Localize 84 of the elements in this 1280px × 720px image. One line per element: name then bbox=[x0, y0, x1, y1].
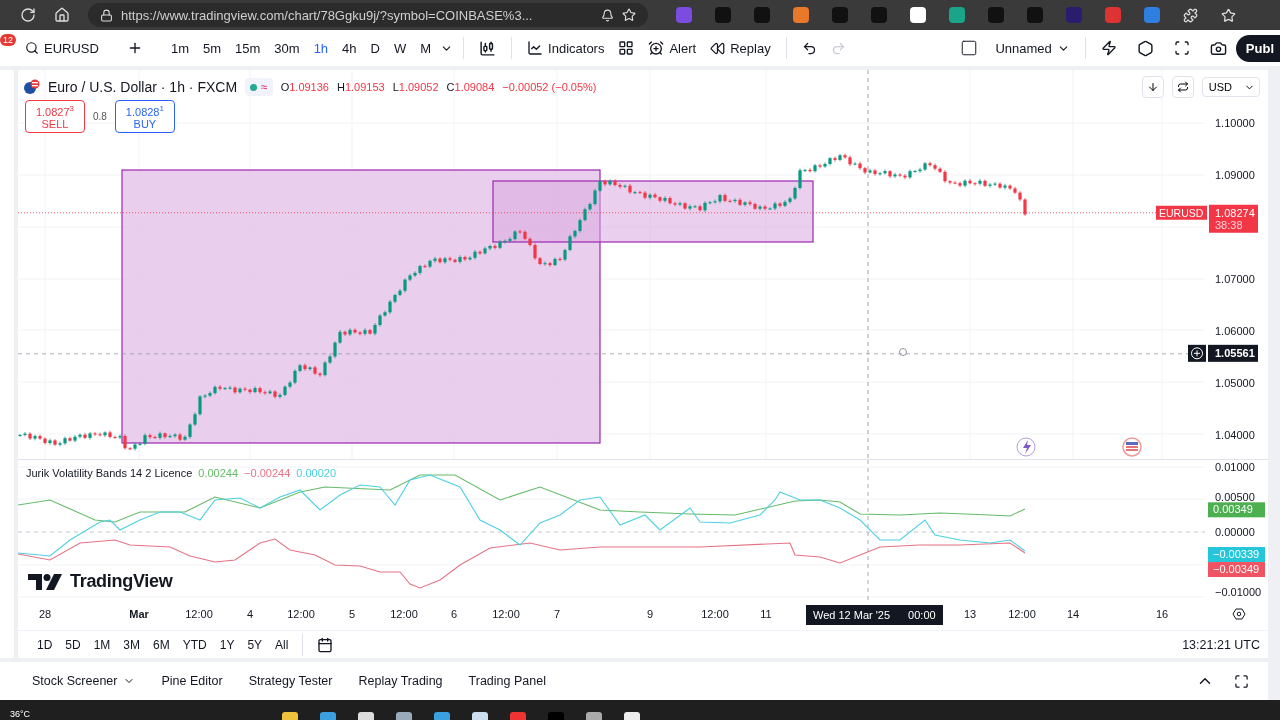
price-label: 1.04000 bbox=[1215, 429, 1255, 441]
layout-name-button[interactable]: Unnamed bbox=[990, 36, 1075, 60]
time-label: 12:00 bbox=[701, 608, 729, 620]
indicator-value-tag: 0.00349 bbox=[1208, 502, 1265, 518]
crosshair-price-tag: 1.05561 bbox=[1208, 344, 1258, 362]
range-button[interactable]: 1D bbox=[32, 634, 58, 655]
indicator-value: 0.00020 bbox=[296, 467, 337, 479]
range-button[interactable]: YTD bbox=[177, 634, 212, 655]
range-button[interactable]: 3M bbox=[118, 634, 146, 655]
indicator-axis-label: 0.00000 bbox=[1215, 526, 1255, 538]
time-label: 7 bbox=[553, 608, 561, 620]
last-price-tag: 1.08274 38:38 bbox=[1209, 204, 1258, 233]
interval-button[interactable]: D bbox=[365, 36, 385, 60]
weather-text: 36°C bbox=[10, 709, 31, 719]
interval-button[interactable]: 1h bbox=[308, 36, 334, 60]
time-label: 12:00 bbox=[390, 608, 418, 620]
interval-button[interactable]: 15m bbox=[230, 36, 266, 60]
price-label: 1.07000 bbox=[1215, 273, 1255, 285]
sell-button[interactable]: 1.0827$^{3}$ SELL bbox=[25, 100, 85, 133]
symbol-tag: EURUSD bbox=[1156, 205, 1207, 220]
panel-tab[interactable]: Strategy Tester bbox=[240, 670, 341, 692]
ohlc-value: C1.09084 bbox=[446, 81, 495, 93]
status-mark: ≈ bbox=[261, 80, 268, 94]
panel-tab[interactable]: Trading Panel bbox=[460, 670, 554, 692]
range-button[interactable]: 5D bbox=[60, 634, 86, 655]
time-label: 5 bbox=[348, 608, 356, 620]
interval-button[interactable]: 4h bbox=[337, 36, 362, 60]
price-label: 1.10000 bbox=[1215, 117, 1255, 129]
indicator-axis-label: 0.00500 bbox=[1215, 491, 1255, 504]
range-button[interactable]: All bbox=[270, 634, 294, 655]
time-label: 12:00 bbox=[287, 608, 315, 620]
price-change: −0.00052 (−0.05%) bbox=[502, 81, 597, 93]
time-label: 4 bbox=[246, 608, 254, 620]
time-label: 12:00 bbox=[492, 608, 520, 620]
currency-dropdown[interactable]: USD bbox=[1201, 77, 1260, 97]
panel-tab[interactable]: Replay Trading bbox=[350, 670, 451, 692]
crosshair-time-tag: Wed 12 Mar '25 00:00 bbox=[806, 605, 943, 625]
range-button[interactable]: 1Y bbox=[214, 634, 240, 655]
indicator-value: 0.00244 bbox=[198, 467, 239, 479]
time-label: 11 bbox=[760, 608, 772, 620]
time-label: 9 bbox=[646, 608, 654, 620]
indicator-axis-label: −0.01000 bbox=[1215, 586, 1262, 598]
ohlc-value: O1.09136 bbox=[280, 81, 329, 93]
spread-value: 0.8 bbox=[93, 110, 107, 122]
panel-tab[interactable]: Pine Editor bbox=[153, 670, 231, 692]
indicator-axis-label: 0.01000 bbox=[1215, 461, 1255, 473]
time-label: 16 bbox=[1155, 608, 1169, 620]
ohlc-value: H1.09153 bbox=[336, 81, 385, 93]
symbol-search-button[interactable]: EURUSD bbox=[20, 36, 104, 60]
price-label: 1.09000 bbox=[1215, 169, 1255, 181]
interval-button[interactable]: M bbox=[415, 36, 437, 60]
interval-button[interactable]: 5m bbox=[197, 36, 227, 60]
time-label: 28 bbox=[38, 608, 52, 620]
replay-button[interactable]: Replay bbox=[705, 36, 776, 60]
range-button[interactable]: 6M bbox=[148, 634, 175, 655]
time-label: 14 bbox=[1066, 608, 1080, 620]
indicator-value-tag: −0.00349 bbox=[1208, 562, 1265, 578]
buy-button[interactable]: 1.0828$^{1}$ BUY bbox=[114, 100, 175, 133]
time-label: Mar bbox=[129, 608, 149, 620]
interval-button[interactable]: W bbox=[388, 36, 412, 60]
symbol-title: Euro / U.S. Dollar · 1h · FXCM bbox=[48, 79, 238, 95]
interval-button[interactable]: 30m bbox=[269, 36, 305, 60]
clock-text: 13:21:21 UTC bbox=[1182, 637, 1260, 652]
url-text: https://www.tradingview.com/chart/78Ggku9j/?symbol=COINBASE%3... bbox=[121, 7, 534, 23]
logo-text: TradingView bbox=[70, 571, 173, 592]
indicator-value-tag: −0.00339 bbox=[1208, 547, 1265, 563]
time-label: 13 bbox=[963, 608, 977, 620]
time-label: 12:00 bbox=[1008, 608, 1036, 620]
interval-button[interactable]: 1m bbox=[165, 36, 194, 60]
publish-button[interactable]: Publ bbox=[1235, 34, 1280, 62]
range-button[interactable]: 5Y bbox=[242, 634, 268, 655]
range-button[interactable]: 1M bbox=[88, 634, 116, 655]
panel-tab[interactable]: Stock Screener bbox=[24, 670, 144, 692]
price-label: 1.05000 bbox=[1215, 377, 1255, 389]
notification-badge: 12 bbox=[0, 34, 16, 46]
indicators-button[interactable]: Indicators bbox=[522, 36, 610, 60]
address-bar[interactable]: https://www.tradingview.com/chart/78Ggku9j/?symbol=COINBASE%3... bbox=[88, 3, 648, 27]
indicator-name: Jurik Volatility Bands 14 2 Licence bbox=[26, 467, 193, 479]
time-label: 6 bbox=[450, 608, 458, 620]
price-label: 1.06000 bbox=[1215, 325, 1255, 337]
time-label: 12:00 bbox=[185, 608, 213, 620]
indicator-value: −0.00244 bbox=[244, 467, 291, 479]
alert-button[interactable]: Alert bbox=[643, 36, 702, 60]
ohlc-value: L1.09052 bbox=[392, 81, 439, 93]
